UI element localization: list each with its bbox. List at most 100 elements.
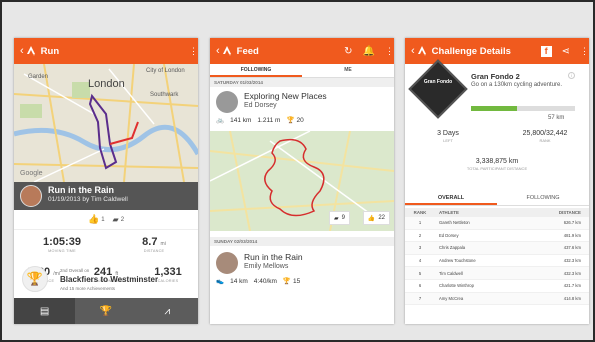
run-app-bar: ‹ Run ⋮ (14, 38, 198, 64)
progress-fill (471, 106, 517, 111)
rank-cell: 6 (418, 283, 422, 289)
feed-item-activity[interactable]: Exploring New Places Ed Dorsey 🚲 141 km … (210, 87, 394, 131)
rank-cell: 5 (418, 270, 422, 276)
rank-value: 25,800/32,442 (522, 130, 568, 137)
overflow-menu-icon[interactable]: ⋮ (580, 46, 589, 55)
feed-screen-title: Feed (236, 45, 259, 57)
overflow-menu-icon[interactable]: ⋮ (189, 46, 198, 55)
map-label-garden: Garden (28, 74, 49, 80)
map-label-london: London (88, 78, 125, 90)
table-row[interactable]: 5 Tim Caldwell 432.3 km (405, 267, 589, 280)
tab-following[interactable]: FOLLOWING (497, 192, 589, 205)
achievement-count: 20 (296, 116, 304, 124)
activity-title[interactable]: Exploring New Places (244, 91, 327, 101)
route-map[interactable]: Garden London City of London Southwark G… (14, 64, 198, 182)
comment-button[interactable]: ▰ 9 (329, 211, 350, 225)
stat-label: MOVING TIME (48, 249, 76, 253)
tab-overall[interactable]: OVERALL (405, 192, 497, 205)
athlete-avatar[interactable] (20, 185, 42, 207)
tab-following[interactable]: FOLLOWING (210, 64, 302, 77)
tab-me[interactable]: ME (302, 64, 394, 77)
tab-analysis-chart-icon[interactable]: ⩘ (137, 306, 198, 317)
table-row[interactable]: 3 Chris Zappala 437.6 km (405, 242, 589, 255)
achievement-segment: Blackfiers to Westminster (60, 275, 159, 284)
athlete-name[interactable]: Ed Dorsey (244, 102, 277, 109)
notifications-bell-icon[interactable]: 🔔 (363, 46, 375, 57)
challenge-app-bar: ‹ Challenge Details f ⋖ ⋮ (405, 38, 589, 64)
back-chevron-icon[interactable]: ‹ (20, 45, 24, 57)
challenge-name: Gran Fondo 2 (471, 72, 520, 81)
rank: 25,800/32,442 RANK (505, 130, 585, 143)
rank-cell: 1 (418, 220, 422, 226)
table-row[interactable]: 4 Andrew Touchstone 432.3 km (405, 255, 589, 268)
activity-header[interactable]: Run in the Rain 01/19/2013 by Tim Caldwe… (14, 182, 198, 210)
back-chevron-icon[interactable]: ‹ (411, 45, 415, 57)
run-screen-title: Run (40, 45, 60, 57)
athlete-name[interactable]: Emily Mellows (244, 263, 288, 270)
kudos-comments-row: 👍 1 ▰ 2 (14, 210, 198, 230)
feed-tabs: FOLLOWING ME (210, 64, 394, 78)
activity-title: Run in the Rain (48, 185, 114, 195)
refresh-icon[interactable]: ↻ (344, 46, 352, 57)
tab-achievements-trophy-icon[interactable]: 🏆 (75, 306, 136, 317)
athlete-avatar[interactable] (216, 252, 238, 274)
share-icon[interactable]: ⋖ (562, 46, 570, 57)
map-label-city-of-london: City of London (146, 68, 185, 74)
athlete-cell[interactable]: Ed Dorsey (435, 233, 525, 238)
table-row[interactable]: 6 Charlotte Winthrop 421.7 km (405, 280, 589, 293)
leaderboard: RANK ATHLETE DISTANCE 1 Gareth Nettleton 6… (405, 208, 589, 306)
leaderboard-tabs: OVERALL FOLLOWING (405, 192, 589, 206)
feed-app-bar: ‹ Feed ↻ 🔔 ⋮ (210, 38, 394, 64)
activity-map[interactable]: ▰ 9 👍 22 (210, 131, 394, 231)
challenge-description: Go on a 130km cycling adventure. (471, 82, 563, 88)
activity-title[interactable]: Run in the Rain (244, 252, 303, 262)
date-header: SATURDAY 01/03/2014 (210, 78, 394, 87)
comment-icon[interactable]: ▰ (113, 215, 119, 224)
feed-screen: ‹ Feed ↻ 🔔 ⋮ FOLLOWING ME SATURDAY 01/03… (210, 38, 394, 324)
days-left-label: LEFT (443, 138, 453, 143)
thumbs-up-icon[interactable]: 👍 (88, 214, 99, 225)
bike-icon: 🚲 (216, 117, 225, 124)
rank-cell: 4 (418, 258, 422, 264)
distance-cell: 626.7 km (563, 220, 581, 226)
overflow-menu-icon[interactable]: ⋮ (385, 46, 394, 55)
days-left-value: 3 Days (437, 130, 459, 137)
total-distance: 3,338,875 km TOTAL PARTICIPANT DISTANCE (405, 158, 589, 171)
strava-logo-icon[interactable] (222, 46, 233, 56)
strava-logo-icon[interactable] (417, 46, 428, 56)
total-distance-label: TOTAL PARTICIPANT DISTANCE (466, 166, 528, 171)
athlete-cell[interactable]: Tim Caldwell (435, 271, 525, 276)
table-row[interactable]: 2 Ed Dorsey 481.9 km (405, 230, 589, 243)
progress-km: 57 km (548, 115, 565, 121)
table-row[interactable]: 1 Gareth Nettleton 626.7 km (405, 217, 589, 230)
distance-cell: 414.8 km (563, 295, 581, 301)
athlete-cell[interactable]: Chris Zappala (435, 245, 525, 250)
elevation-value: 1.211 m (257, 116, 281, 124)
athlete-cell[interactable]: Andrew Touchstone (435, 258, 525, 263)
back-chevron-icon[interactable]: ‹ (216, 45, 220, 57)
map-google-attribution: Google (20, 170, 43, 177)
strava-logo-icon[interactable] (26, 46, 37, 56)
feed-item-activity[interactable]: Run in the Rain Emily Mellows 👟 14 km 4:… (210, 248, 394, 324)
athlete-cell[interactable]: Charlotte Winthrop (435, 283, 525, 288)
tab-overview-icon[interactable]: ▤ (14, 298, 76, 324)
facebook-icon[interactable]: f (540, 45, 552, 57)
athlete-avatar[interactable] (216, 91, 238, 113)
thumbs-up-icon: 👍 (367, 215, 376, 222)
activity-stats: 🚲 141 km 1.211 m 🏆 20 (216, 116, 304, 125)
col-rank: RANK (413, 210, 427, 215)
achievement-count: 15 (293, 277, 301, 285)
activity-subtitle: 01/19/2013 by Tim Caldwell (48, 196, 128, 203)
table-row[interactable]: 7 Amy McCrea 414.8 km (405, 292, 589, 306)
challenge-progress-bar (471, 106, 575, 111)
stat-distance: 8.7 mi DISTANCE (114, 236, 194, 253)
challenge-screen: ‹ Challenge Details f ⋖ ⋮ Gran Fondo Gra… (405, 38, 589, 324)
athlete-cell[interactable]: Gareth Nettleton (435, 220, 525, 225)
stat-value: 8.7 (142, 236, 158, 248)
days-left: 3 Days LEFT (413, 130, 483, 143)
col-distance: DISTANCE (558, 210, 581, 215)
athlete-cell[interactable]: Amy McCrea (435, 296, 525, 301)
achievement-row[interactable]: 🏆 2nd Overall on Blackfiers to Westminst… (14, 264, 198, 302)
info-icon[interactable]: i (568, 72, 575, 79)
kudos-button[interactable]: 👍 22 (362, 211, 390, 225)
